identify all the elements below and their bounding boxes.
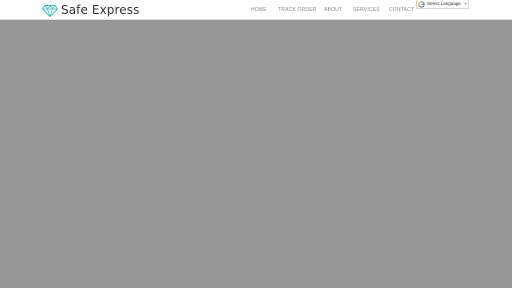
language-label: Select Language	[427, 1, 461, 6]
nav-contact[interactable]: CONTACT	[389, 7, 414, 13]
nav-services[interactable]: SERVICES	[353, 7, 380, 13]
diamond-icon	[42, 4, 58, 17]
site-header: Safe Express HOME TRACK ORDER ABOUT SERV…	[0, 0, 512, 20]
language-selector[interactable]: Select Language ▼	[416, 0, 469, 9]
brand-logo-link[interactable]: Safe Express	[42, 3, 139, 18]
dropdown-caret-icon: ▼	[463, 1, 468, 6]
brand-name: Safe Express	[61, 3, 140, 17]
nav-track-order[interactable]: TRACK ORDER	[278, 7, 317, 13]
nav-home[interactable]: HOME	[251, 7, 267, 13]
nav-about[interactable]: ABOUT	[324, 7, 342, 13]
google-g-icon	[418, 0, 425, 8]
loading-overlay	[0, 20, 512, 288]
